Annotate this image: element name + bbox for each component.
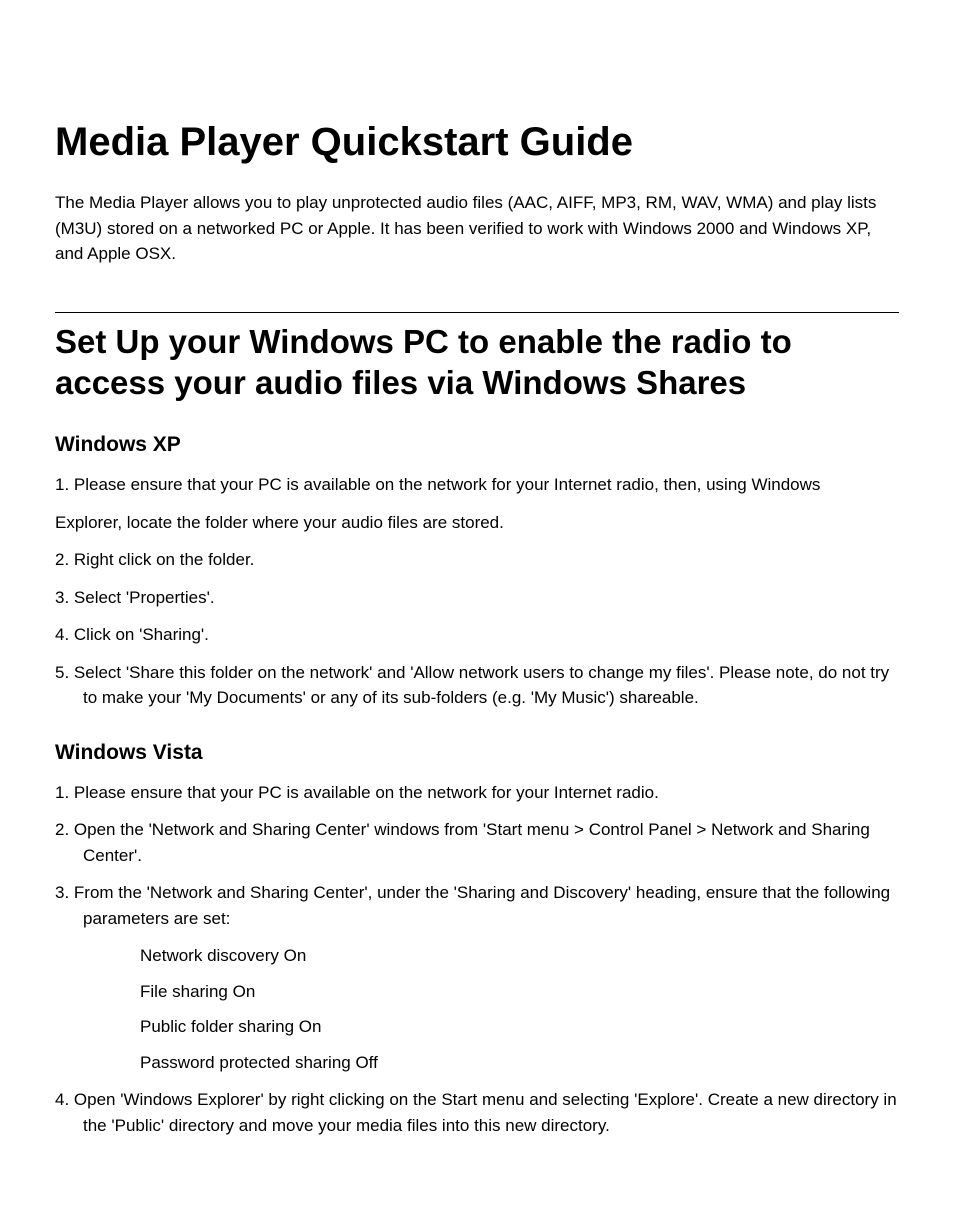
- xp-step-1-line-b: Explorer, locate the folder where your a…: [55, 510, 899, 536]
- section-divider: [55, 312, 899, 313]
- vista-bullet-password-protected: Password protected sharing Off: [140, 1050, 899, 1076]
- vista-step-4: 4. Open 'Windows Explorer' by right clic…: [55, 1087, 899, 1138]
- vista-bullet-file-sharing: File sharing On: [140, 979, 899, 1005]
- document-title: Media Player Quickstart Guide: [55, 120, 899, 165]
- intro-paragraph: The Media Player allows you to play unpr…: [55, 190, 899, 267]
- vista-bullet-public-folder: Public folder sharing On: [140, 1014, 899, 1040]
- xp-step-5: 5. Select 'Share this folder on the netw…: [55, 660, 899, 711]
- subheading-windows-xp: Windows XP: [55, 433, 899, 457]
- subheading-windows-vista: Windows Vista: [55, 741, 899, 765]
- vista-step-2: 2. Open the 'Network and Sharing Center'…: [55, 817, 899, 868]
- section-heading-setup: Set Up your Windows PC to enable the rad…: [55, 321, 899, 404]
- xp-step-2: 2. Right click on the folder.: [55, 547, 899, 573]
- vista-step-3: 3. From the 'Network and Sharing Center'…: [55, 880, 899, 931]
- vista-step-1: 1. Please ensure that your PC is availab…: [55, 780, 899, 806]
- xp-step-3: 3. Select 'Properties'.: [55, 585, 899, 611]
- vista-bullet-network-discovery: Network discovery On: [140, 943, 899, 969]
- xp-step-1-line-a: 1. Please ensure that your PC is availab…: [55, 472, 899, 498]
- xp-step-4: 4. Click on 'Sharing'.: [55, 622, 899, 648]
